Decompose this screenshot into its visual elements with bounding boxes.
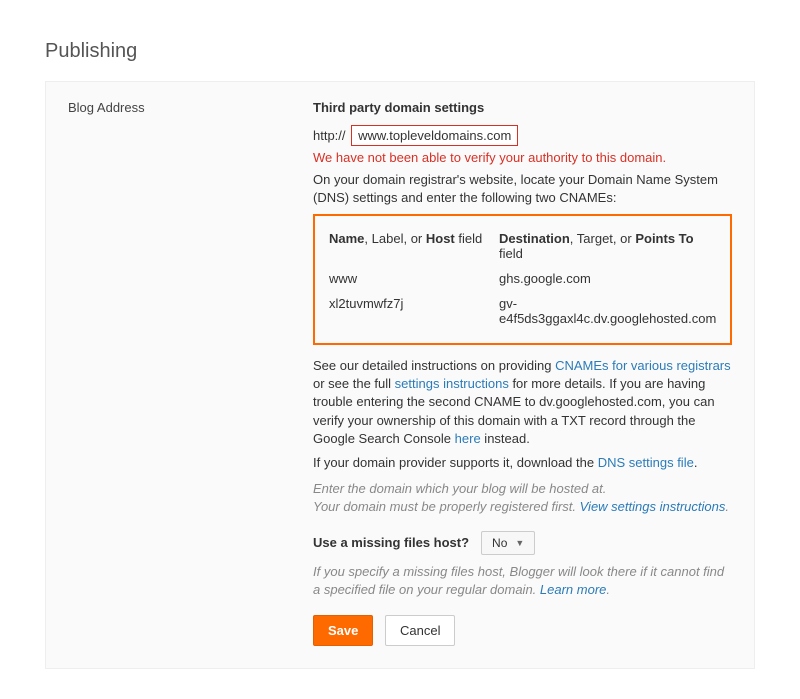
cnames-registrars-link[interactable]: CNAMEs for various registrars (555, 358, 731, 373)
cname-name-value: xl2tuvmwfz7j (329, 296, 499, 326)
chevron-down-icon: ▼ (515, 538, 524, 548)
details-paragraph-1: See our detailed instructions on providi… (313, 357, 732, 448)
settings-instructions-link[interactable]: settings instructions (395, 376, 509, 391)
button-row: Save Cancel (313, 615, 732, 646)
missing-files-label: Use a missing files host? (313, 535, 469, 550)
cname-dest-value: gv-e4f5ds3ggaxl4c.dv.googlehosted.com (499, 296, 716, 326)
cname-header-row: Name, Label, or Host field Destination, … (329, 226, 716, 266)
cname-name-value: www (329, 271, 499, 286)
dns-settings-file-link[interactable]: DNS settings file (598, 455, 694, 470)
page-title: Publishing (45, 40, 755, 63)
settings-panel: Blog Address Third party domain settings… (45, 81, 755, 669)
error-message: We have not been able to verify your aut… (313, 150, 732, 165)
left-column-label: Blog Address (68, 100, 313, 115)
missing-files-dropdown[interactable]: No ▼ (481, 531, 535, 555)
cname-row: www ghs.google.com (329, 266, 716, 291)
url-prefix: http:// (313, 128, 346, 143)
missing-files-hint: If you specify a missing files host, Blo… (313, 563, 732, 599)
cname-dest-value: ghs.google.com (499, 271, 716, 286)
cname-row: xl2tuvmwfz7j gv-e4f5ds3ggaxl4c.dv.google… (329, 291, 716, 331)
cname-instructions: On your domain registrar's website, loca… (313, 171, 732, 206)
cname-table: Name, Label, or Host field Destination, … (313, 214, 732, 345)
missing-files-row: Use a missing files host? No ▼ (313, 531, 732, 555)
learn-more-link[interactable]: Learn more (540, 582, 606, 597)
cname-header-dest: Destination, Target, or Points To field (499, 231, 716, 261)
domain-hint: Enter the domain which your blog will be… (313, 480, 732, 516)
cancel-button[interactable]: Cancel (385, 615, 455, 646)
section-heading: Third party domain settings (313, 100, 732, 115)
missing-files-value: No (492, 536, 507, 550)
right-column: Third party domain settings http:// www.… (313, 100, 732, 646)
domain-input[interactable]: www.topleveldomains.com (351, 125, 518, 146)
details-paragraph-2: If your domain provider supports it, dow… (313, 454, 732, 472)
save-button[interactable]: Save (313, 615, 373, 646)
domain-url-row: http:// www.topleveldomains.com (313, 125, 732, 146)
view-settings-instructions-link[interactable]: View settings instructions (580, 499, 726, 514)
cname-header-name: Name, Label, or Host field (329, 231, 499, 261)
here-link[interactable]: here (455, 431, 481, 446)
